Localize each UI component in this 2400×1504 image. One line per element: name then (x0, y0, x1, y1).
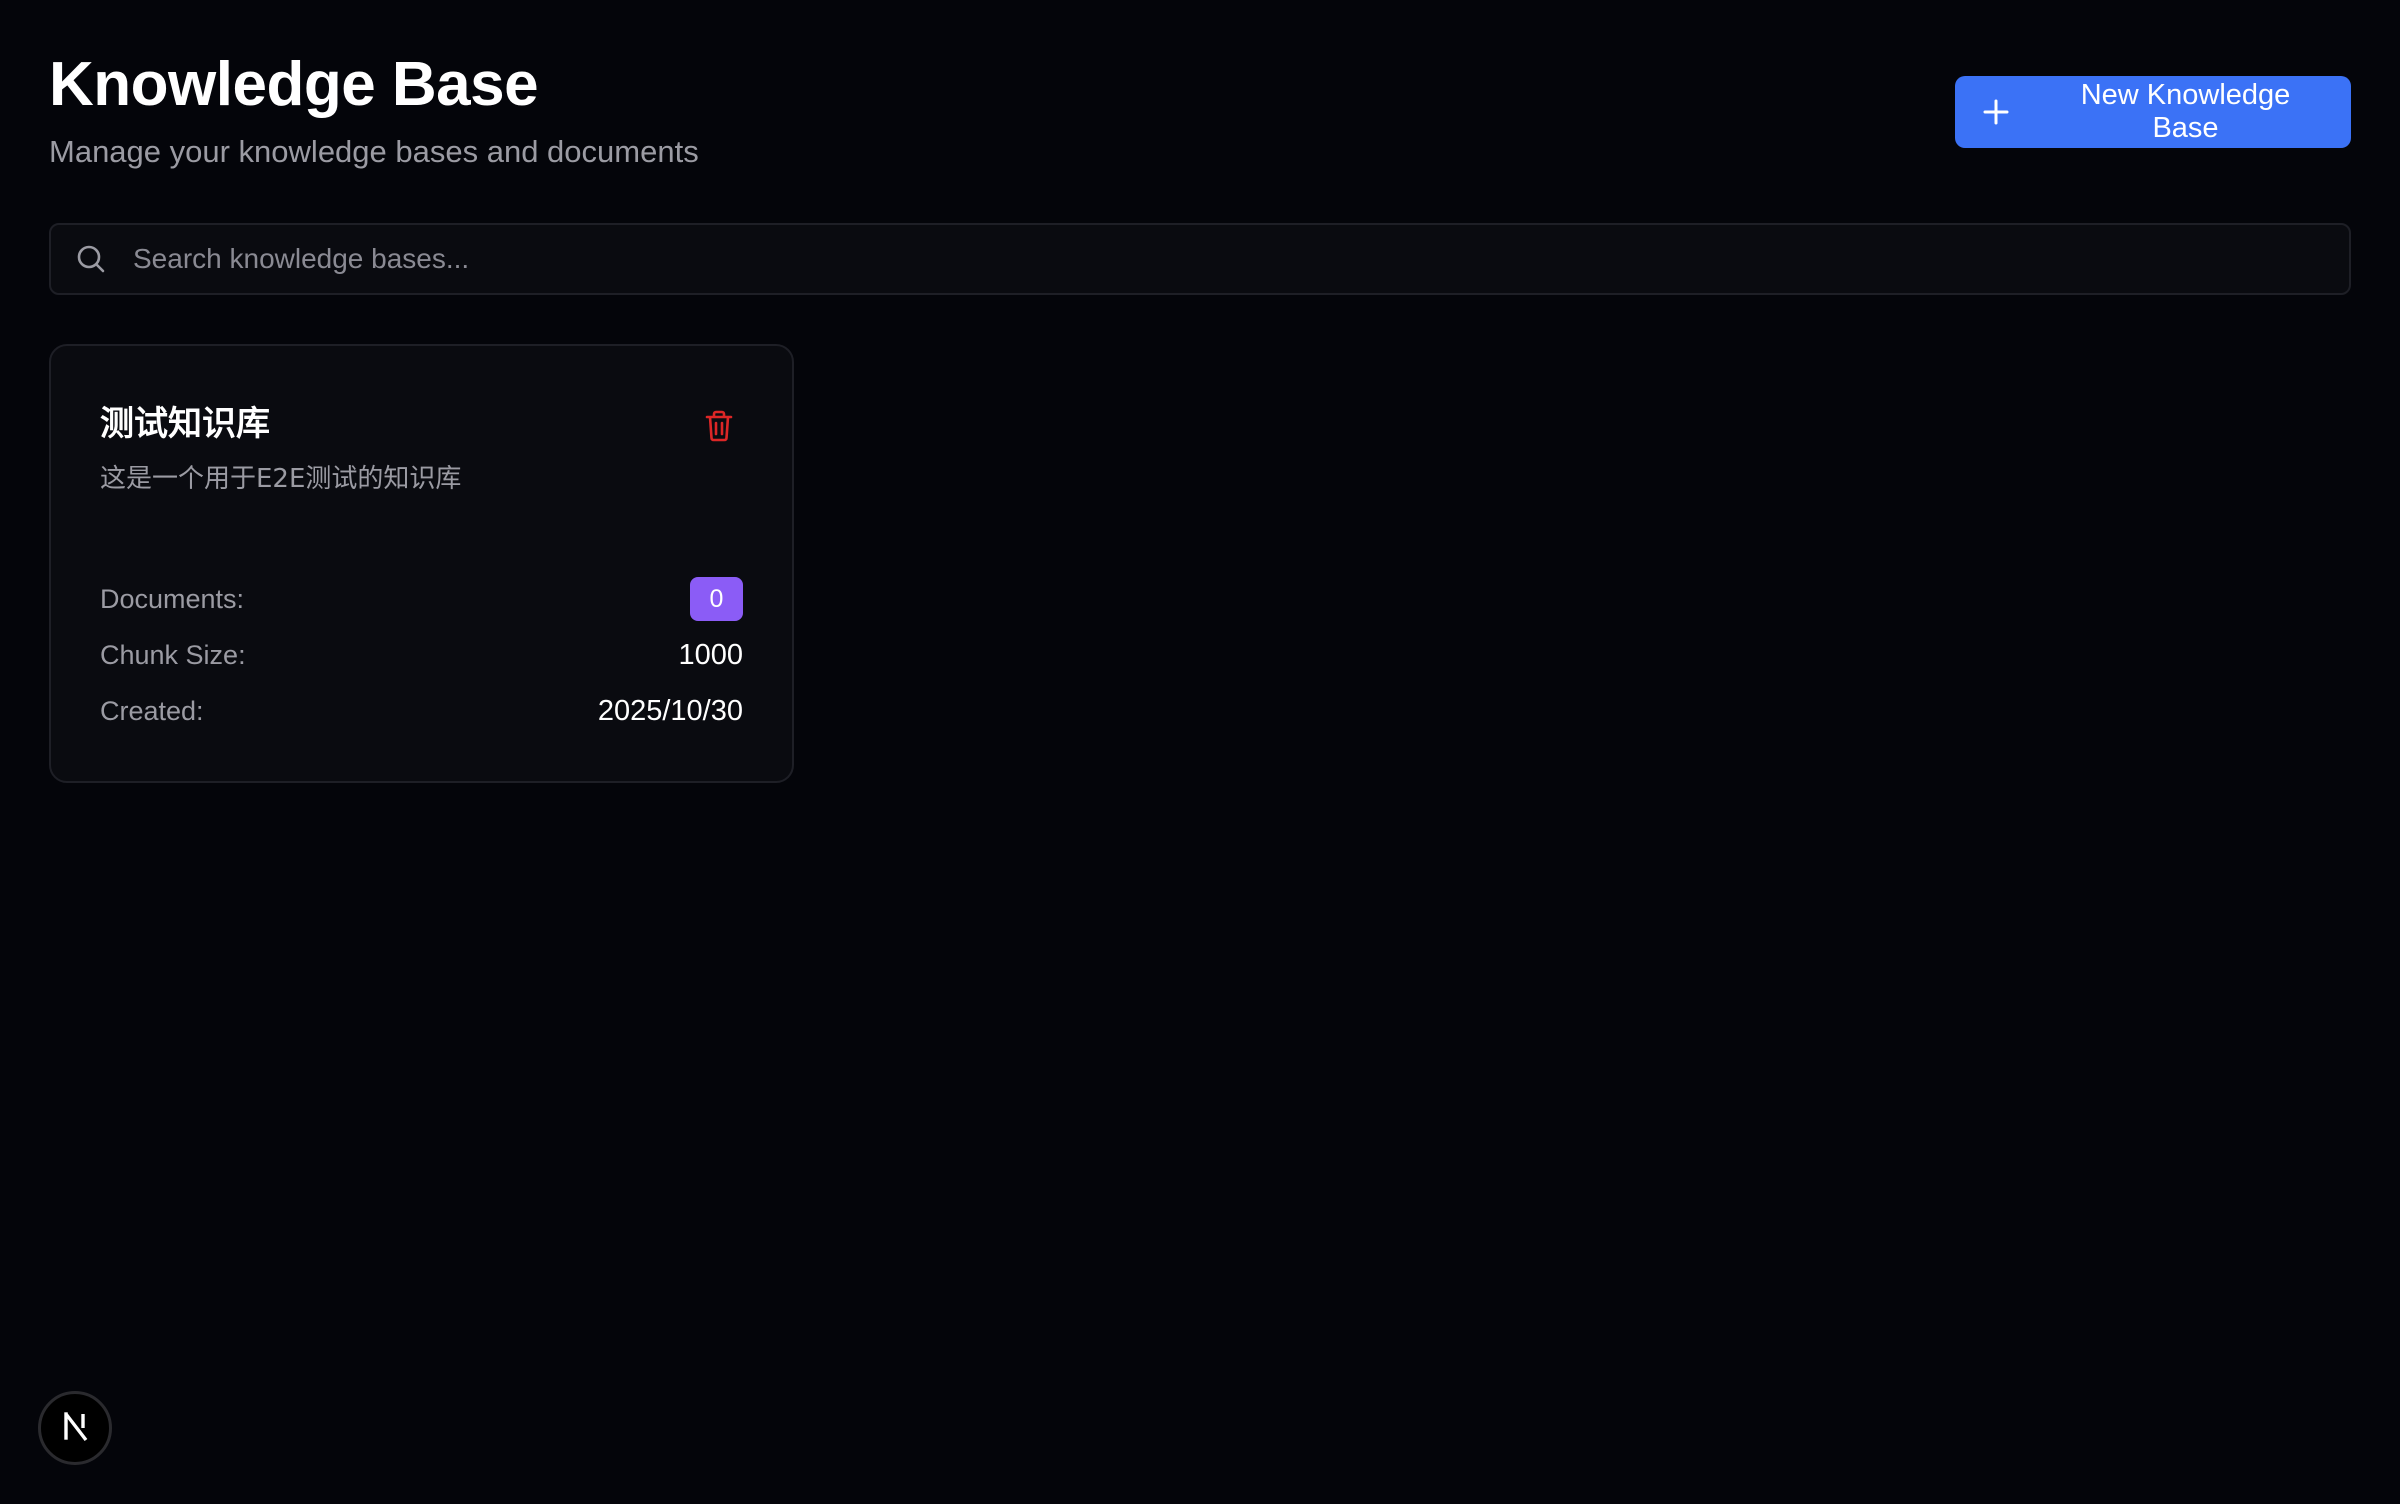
knowledge-base-name: 测试知识库 (100, 404, 270, 444)
delete-knowledge-base-button[interactable] (694, 402, 744, 452)
page-subtitle: Manage your knowledge bases and document… (49, 134, 699, 169)
search-input[interactable] (131, 228, 2349, 290)
knowledge-base-list: 测试知识库 这是一个用于E2E测试的知识库 Documents: 0 Chunk… (49, 344, 2351, 783)
documents-count-badge: 0 (690, 577, 743, 621)
trash-icon (705, 410, 733, 445)
nextjs-logo-icon (58, 1409, 92, 1448)
documents-row: Documents: 0 (100, 576, 743, 622)
new-knowledge-base-button[interactable]: New Knowledge Base (1955, 76, 2351, 148)
created-row: Created: 2025/10/30 (100, 688, 743, 734)
new-knowledge-base-label: New Knowledge Base (2080, 79, 2291, 144)
knowledge-base-description: 这是一个用于E2E测试的知识库 (100, 464, 462, 494)
chunk-size-value: 1000 (678, 638, 743, 671)
plus-icon (1981, 97, 2011, 127)
knowledge-base-page: Knowledge Base Manage your knowledge bas… (0, 0, 2400, 1504)
page-header: Knowledge Base Manage your knowledge bas… (49, 0, 2351, 223)
search-icon (75, 243, 107, 275)
created-label: Created: (100, 695, 204, 726)
created-date: 2025/10/30 (597, 694, 743, 727)
chunk-size-label: Chunk Size: (100, 639, 246, 670)
knowledge-base-card[interactable]: 测试知识库 这是一个用于E2E测试的知识库 Documents: 0 Chunk… (49, 344, 794, 783)
chunk-size-row: Chunk Size: 1000 (100, 632, 743, 678)
documents-label: Documents: (100, 583, 245, 614)
page-title: Knowledge Base (49, 50, 539, 119)
nextjs-dev-badge[interactable] (38, 1391, 112, 1465)
search-bar[interactable] (49, 223, 2351, 295)
